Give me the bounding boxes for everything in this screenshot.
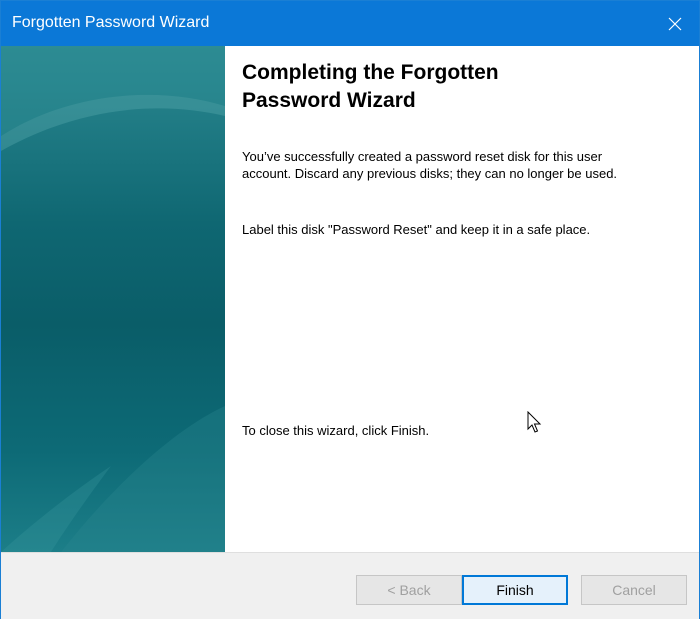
back-button[interactable]: < Back [356,575,462,605]
label-instruction: Label this disk "Password Reset" and kee… [242,222,591,237]
close-instruction: To close this wizard, click Finish. [242,423,430,438]
mouse-pointer-icon [527,411,542,433]
close-button[interactable] [651,1,699,46]
cancel-button[interactable]: Cancel [581,575,687,605]
window-title: Forgotten Password Wizard [12,14,210,31]
finish-button[interactable]: Finish [462,575,568,605]
button-bar: < Back Finish Cancel [1,552,699,619]
wizard-side-banner [1,46,225,552]
wizard-window: Forgotten Password Wizard Completing the… [0,0,700,619]
page-title: Completing the Forgotten Password Wizard [242,61,499,112]
title-bar[interactable]: Forgotten Password Wizard [1,1,699,46]
wizard-content: Completing the Forgotten Password Wizard… [225,46,699,552]
close-icon [668,17,682,30]
success-message: You’ve successfully created a password r… [242,149,618,181]
banner-decoration [1,46,225,552]
